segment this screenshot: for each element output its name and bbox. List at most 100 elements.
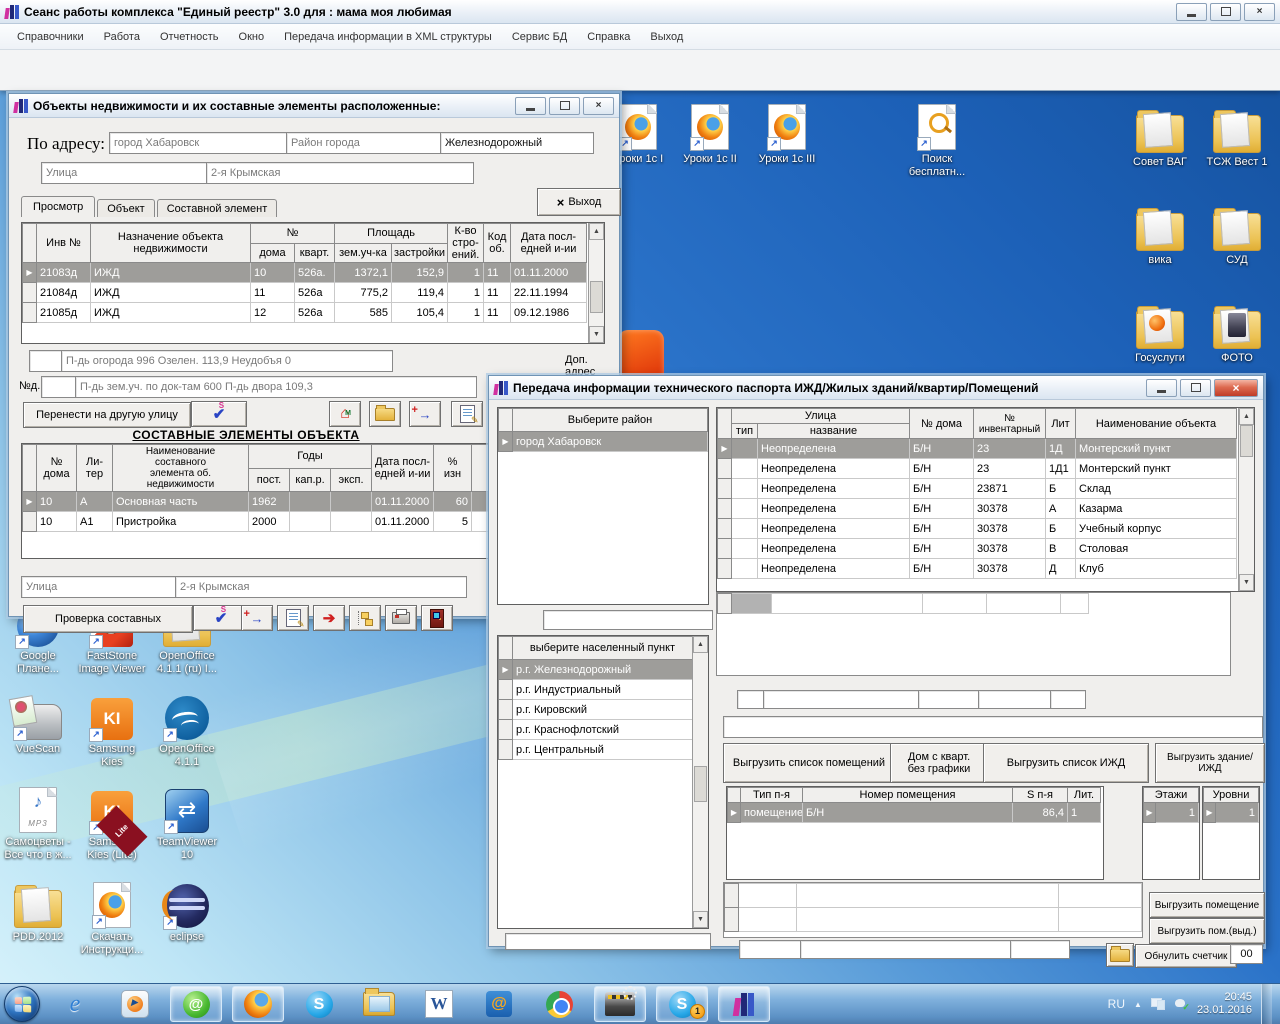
list-item[interactable]: ▶город Хабаровск	[499, 432, 708, 452]
street-field2[interactable]: 2-я Крымская	[175, 576, 467, 598]
restore-button[interactable]	[549, 97, 580, 115]
street-hint-field2[interactable]: Улица	[21, 576, 181, 598]
scroll-thumb[interactable]	[1240, 425, 1253, 457]
taskbar-icq[interactable]: @	[170, 986, 222, 1022]
menu-rabota[interactable]: Работа	[95, 28, 149, 46]
objects-window-titlebar[interactable]: Объекты недвижимости и их составные элем…	[9, 94, 619, 118]
close-button[interactable]: ×	[1244, 3, 1275, 21]
list-item[interactable]: р.г. Кировский	[499, 700, 693, 720]
desktop-icon-gosuslugi[interactable]: Госуслуги	[1122, 299, 1198, 365]
map-button[interactable]: ⌂	[329, 401, 361, 427]
house-no-graphics-button[interactable]: Дом с кварт. без графики	[890, 743, 988, 783]
open-folder-button[interactable]	[1106, 943, 1134, 967]
district-field[interactable]: Железнодорожный	[440, 132, 594, 154]
list-item[interactable]: р.г. Краснофлотский	[499, 720, 693, 740]
scroll-down-icon[interactable]: ▼	[693, 911, 708, 928]
unload-room-button[interactable]: Выгрузить помещение	[1149, 892, 1265, 918]
list-item[interactable]: р.г. Центральный	[499, 740, 693, 760]
edit-document-button[interactable]	[451, 401, 483, 427]
unload-room-selected-button[interactable]: Выгрузить пом.(выд.)	[1149, 918, 1265, 944]
add-record-button[interactable]: →	[241, 605, 273, 631]
street-field[interactable]: 2-я Крымская	[206, 162, 474, 184]
table-row[interactable]: ▶ 21083дИЖД10526а. 1372,1152,91 1101.11.…	[23, 263, 587, 283]
desktop-icon-eclipse[interactable]: ↗ eclipse	[149, 878, 225, 944]
bottom-input-3[interactable]	[1010, 940, 1070, 959]
scroll-thumb[interactable]	[590, 281, 603, 313]
unload-rooms-list-button[interactable]: Выгрузить список помещений	[723, 743, 895, 783]
city-field[interactable]: город Хабаровск	[109, 132, 291, 154]
taskbar-firefox[interactable]	[232, 986, 284, 1022]
desktop-icon-vuescan[interactable]: ↗ VueScan	[0, 690, 76, 756]
table-row[interactable]: НеопределенаБ/Н 30378БУчебный корпус	[718, 519, 1237, 539]
table-row[interactable]: ▶ НеопределенаБ/Н 231ДМонтерский пункт	[718, 439, 1237, 459]
extra-line2-field[interactable]: П-дь зем.уч. по док-там 600 П-дь двора 1…	[75, 376, 477, 398]
taskbar-skype[interactable]: S	[294, 987, 344, 1021]
desktop-icon-mp3[interactable]: ♪MP3 Самоцветы - Все что в ж...	[0, 783, 76, 862]
check-components-button[interactable]: Проверка составных	[23, 605, 193, 633]
bottom-input-2[interactable]	[800, 940, 1017, 959]
table-row[interactable]: 21085дИЖД12526а 585105,41 1109.12.1986	[23, 303, 587, 323]
desktop-icon-skachat[interactable]: ↗ Скачать Инструкци...	[74, 878, 150, 957]
desktop-icon-sovet-vag[interactable]: Совет ВАГ	[1122, 103, 1198, 169]
close-button[interactable]: ×	[583, 97, 614, 115]
desktop-icon-foto[interactable]: ФОТО	[1199, 299, 1275, 365]
table-row[interactable]: ▶1	[1204, 803, 1259, 823]
taskbar-explorer[interactable]	[354, 987, 404, 1021]
exit-button[interactable]: ×Выход	[537, 188, 621, 216]
table-row[interactable]: НеопределенаБ/Н 30378ДКлуб	[718, 559, 1237, 579]
vertical-scrollbar[interactable]: ▲ ▼	[588, 223, 604, 343]
taskbar-chrome[interactable]	[534, 987, 584, 1021]
filter-lit-input[interactable]	[1050, 690, 1086, 709]
taskbar-registry-app[interactable]	[718, 986, 770, 1022]
desktop-icon-teamviewer[interactable]: ↗ TeamViewer 10	[149, 783, 225, 862]
edit-document-button[interactable]	[277, 605, 309, 631]
extra-line1-field[interactable]: П-дь огорода 996 Озелен. 113,9 Неудобъя …	[61, 350, 393, 372]
table-row[interactable]: НеопределенаБ/Н 30378ВСтоловая	[718, 539, 1237, 559]
filter-street-input[interactable]	[763, 690, 925, 709]
path-input[interactable]	[723, 716, 1263, 738]
unload-izhd-list-button[interactable]: Выгрузить список ИЖД	[983, 743, 1149, 783]
table-row[interactable]: ▶ помещениеБ/Н86,41	[728, 803, 1101, 823]
list-item[interactable]: ▶р.г. Железнодорожный	[499, 660, 693, 680]
menu-okno[interactable]: Окно	[230, 28, 274, 46]
language-indicator[interactable]: RU	[1108, 997, 1125, 1011]
taskbar-internet-explorer[interactable]: e	[50, 987, 100, 1021]
restore-button[interactable]	[1210, 3, 1241, 21]
taskbar-scanner-app[interactable]	[594, 986, 646, 1022]
tree-view-button[interactable]	[349, 605, 381, 631]
menu-spravochniki[interactable]: Справочники	[8, 28, 93, 46]
scroll-up-icon[interactable]: ▲	[1239, 408, 1254, 425]
desktop-icon-tsj-vest[interactable]: ТСЖ Вест 1	[1199, 103, 1275, 169]
desktop-icon-vika[interactable]: вика	[1122, 201, 1198, 267]
tab-sostavnoy[interactable]: Составной элемент	[157, 199, 278, 217]
network-icon[interactable]	[1151, 998, 1165, 1010]
scroll-up-icon[interactable]: ▲	[589, 223, 604, 240]
desktop-icon-uroki3[interactable]: ↗ Уроки 1с III	[749, 100, 825, 166]
desktop-icon-sud[interactable]: СУД	[1199, 201, 1275, 267]
desktop-icon-uroki2[interactable]: ↗ Уроки 1с II	[672, 100, 748, 166]
menu-vyhod[interactable]: Выход	[641, 28, 692, 46]
street-hint-field[interactable]: Улица	[41, 162, 209, 184]
scroll-down-icon[interactable]: ▼	[1239, 574, 1254, 591]
filter-inventory-input[interactable]	[978, 690, 1056, 709]
tab-prosmotr[interactable]: Просмотр	[21, 196, 95, 217]
vertical-scrollbar[interactable]: ▲ ▼	[1238, 408, 1254, 591]
transfer-window-titlebar[interactable]: Передача информации технического паспорт…	[489, 376, 1263, 400]
tab-obekt[interactable]: Объект	[97, 199, 154, 217]
desktop-icon-kies-lite[interactable]: KI↗ Samsung Kies (Lite)	[74, 783, 150, 862]
menu-xml[interactable]: Передача информации в XML структуры	[275, 28, 501, 46]
exit-door-button[interactable]	[421, 605, 453, 631]
s-check-button[interactable]: ✔	[191, 401, 247, 427]
move-street-button[interactable]: Перенести на другую улицу	[23, 402, 191, 428]
table-row[interactable]: НеопределенаБ/Н 30378АКазарма	[718, 499, 1237, 519]
scroll-thumb[interactable]	[694, 766, 707, 802]
export-button[interactable]: ➔	[313, 605, 345, 631]
start-button[interactable]	[4, 986, 40, 1022]
table-row[interactable]: ▶1	[1144, 803, 1199, 823]
menu-spravka[interactable]: Справка	[578, 28, 639, 46]
settlement-filter-input[interactable]	[505, 933, 711, 950]
district-filter-input[interactable]	[543, 610, 713, 630]
add-record-button[interactable]: →	[409, 401, 441, 427]
vertical-scrollbar[interactable]: ▲ ▼	[692, 636, 708, 928]
show-desktop-button[interactable]	[1261, 984, 1272, 1024]
